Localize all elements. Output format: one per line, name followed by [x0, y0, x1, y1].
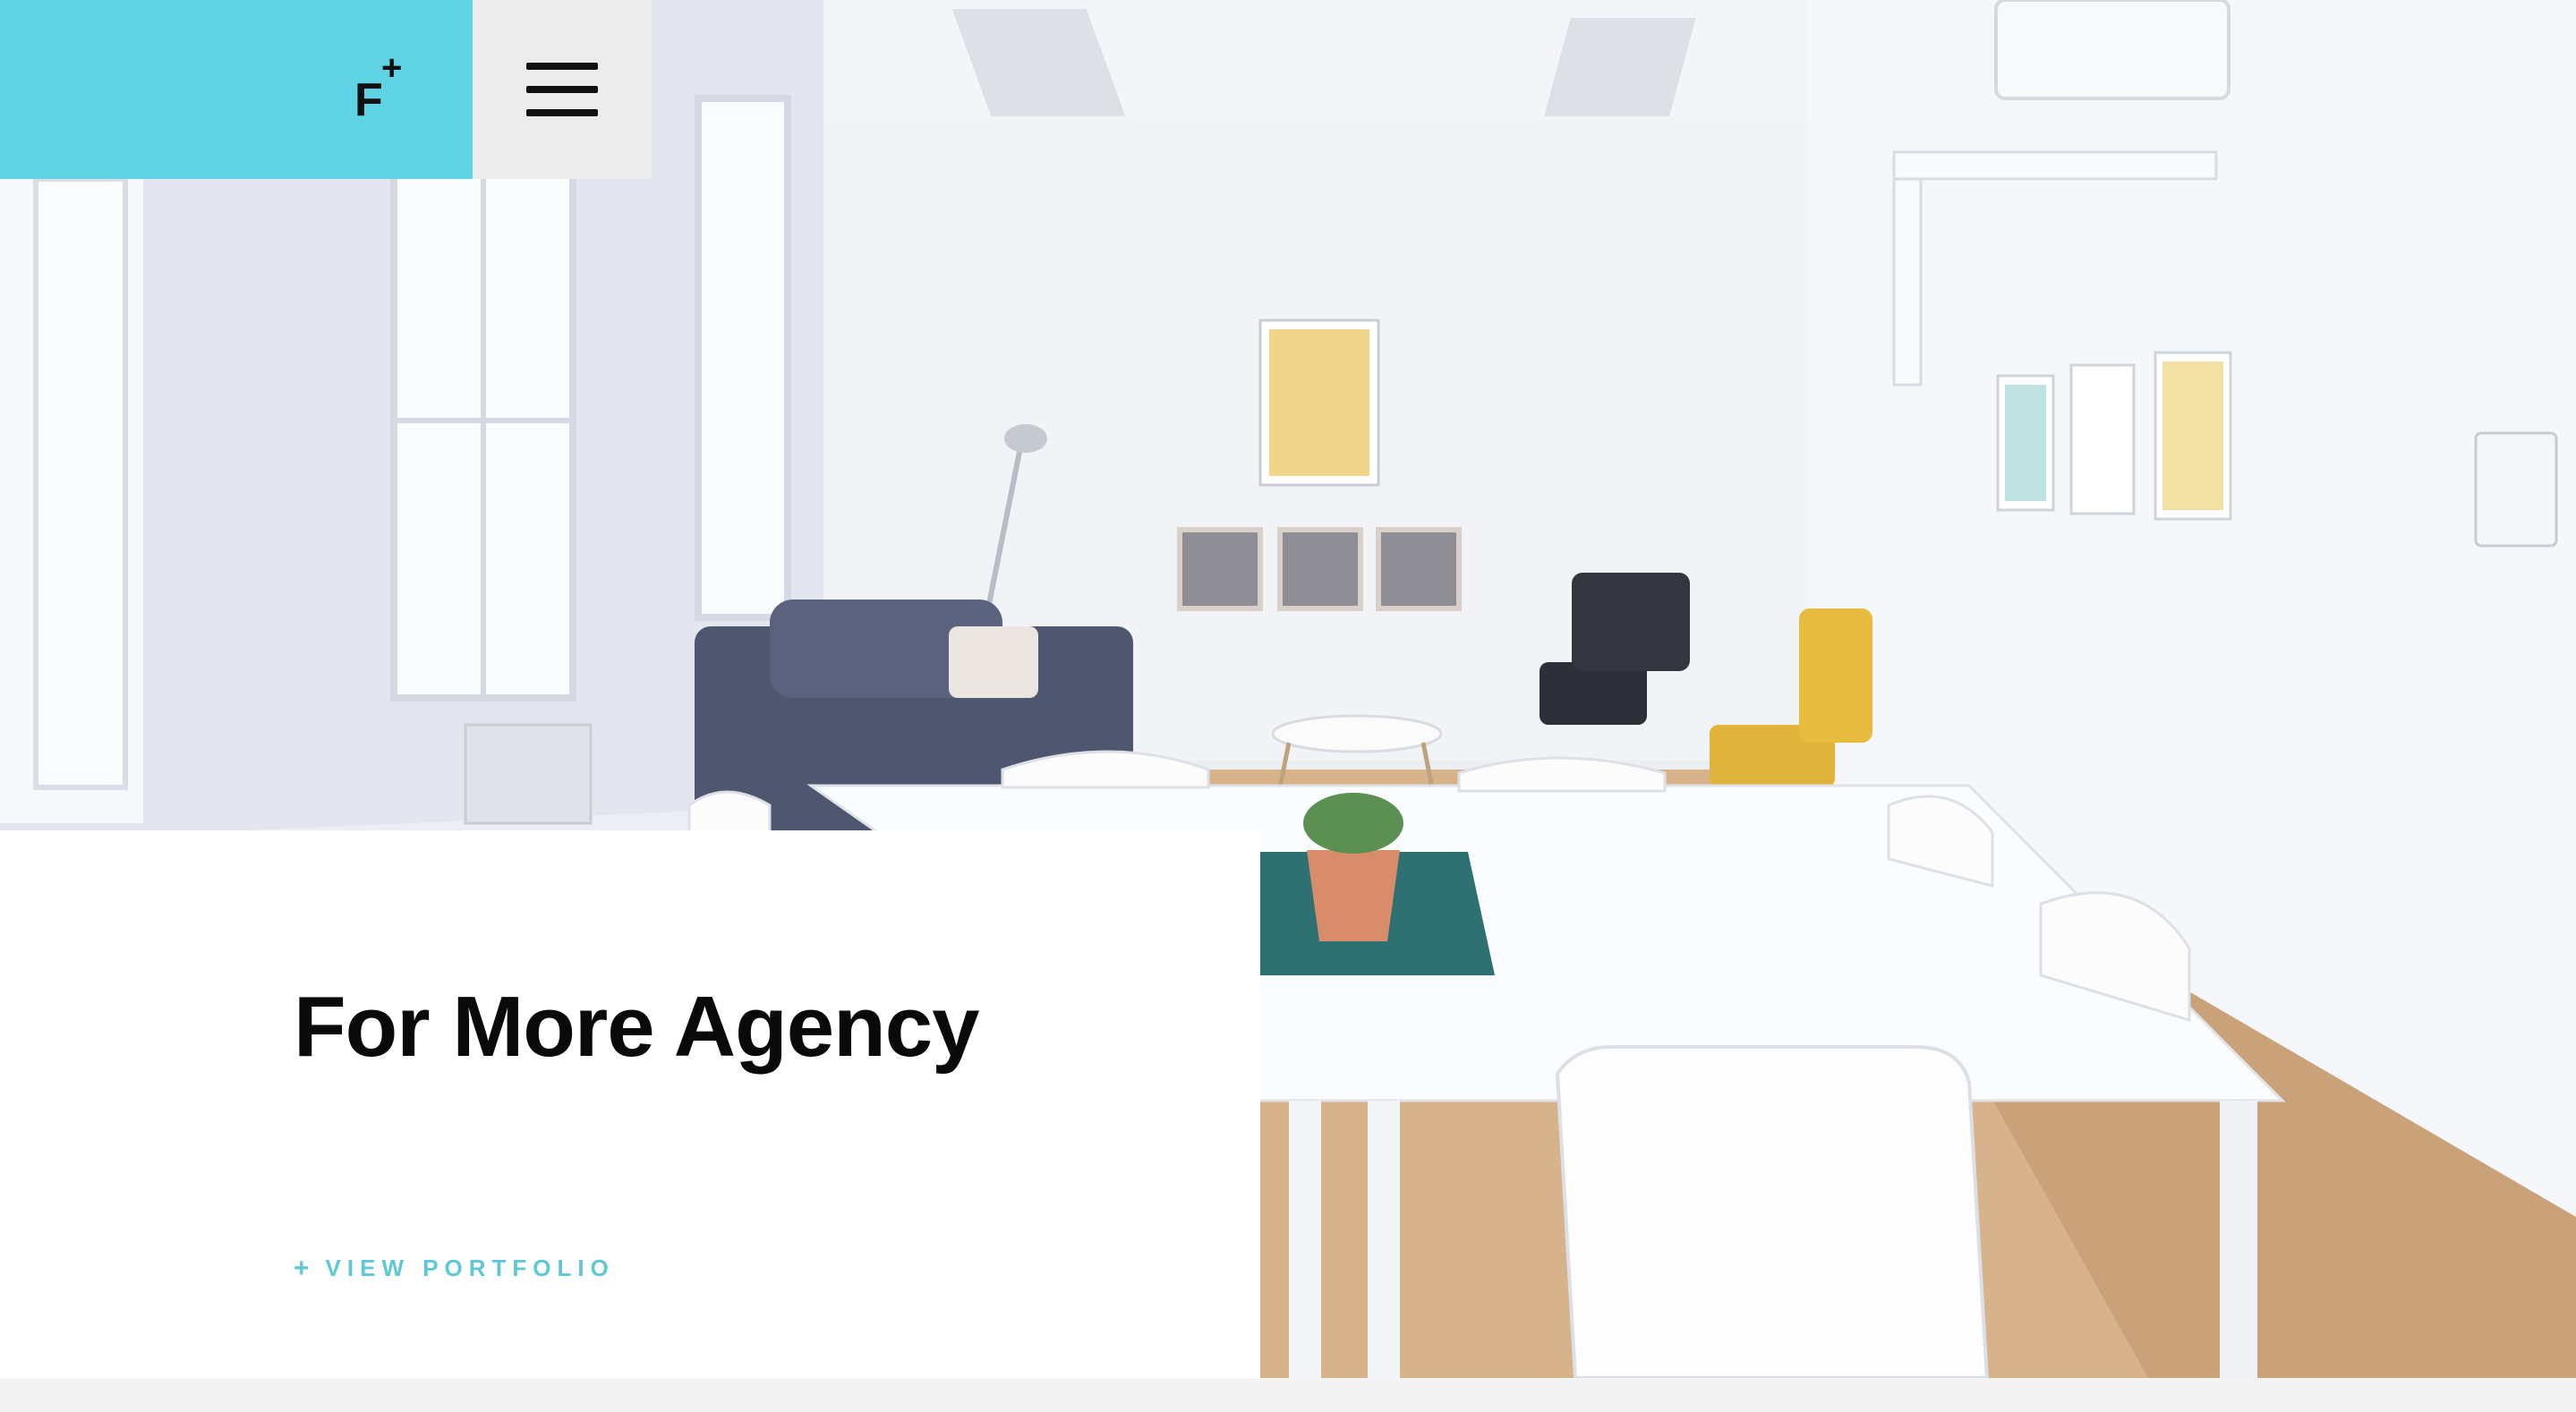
logo-letter: F	[354, 74, 383, 126]
hamburger-bar	[526, 63, 598, 70]
logo-block[interactable]: F +	[0, 0, 473, 179]
hamburger-bar	[526, 109, 598, 116]
plus-icon: +	[294, 1253, 310, 1283]
hero-title: For More Agency	[294, 979, 980, 1075]
view-portfolio-label: VIEW PORTFOLIO	[325, 1255, 615, 1281]
footer-strip	[0, 1378, 2576, 1412]
hamburger-bar	[526, 86, 598, 93]
logo-plus-icon: +	[381, 48, 403, 88]
hero-content-panel: For More Agency + VIEW PORTFOLIO	[0, 830, 1260, 1378]
menu-button[interactable]	[473, 0, 652, 179]
view-portfolio-link[interactable]: + VIEW PORTFOLIO	[294, 1255, 615, 1282]
logo[interactable]: F +	[354, 50, 408, 126]
